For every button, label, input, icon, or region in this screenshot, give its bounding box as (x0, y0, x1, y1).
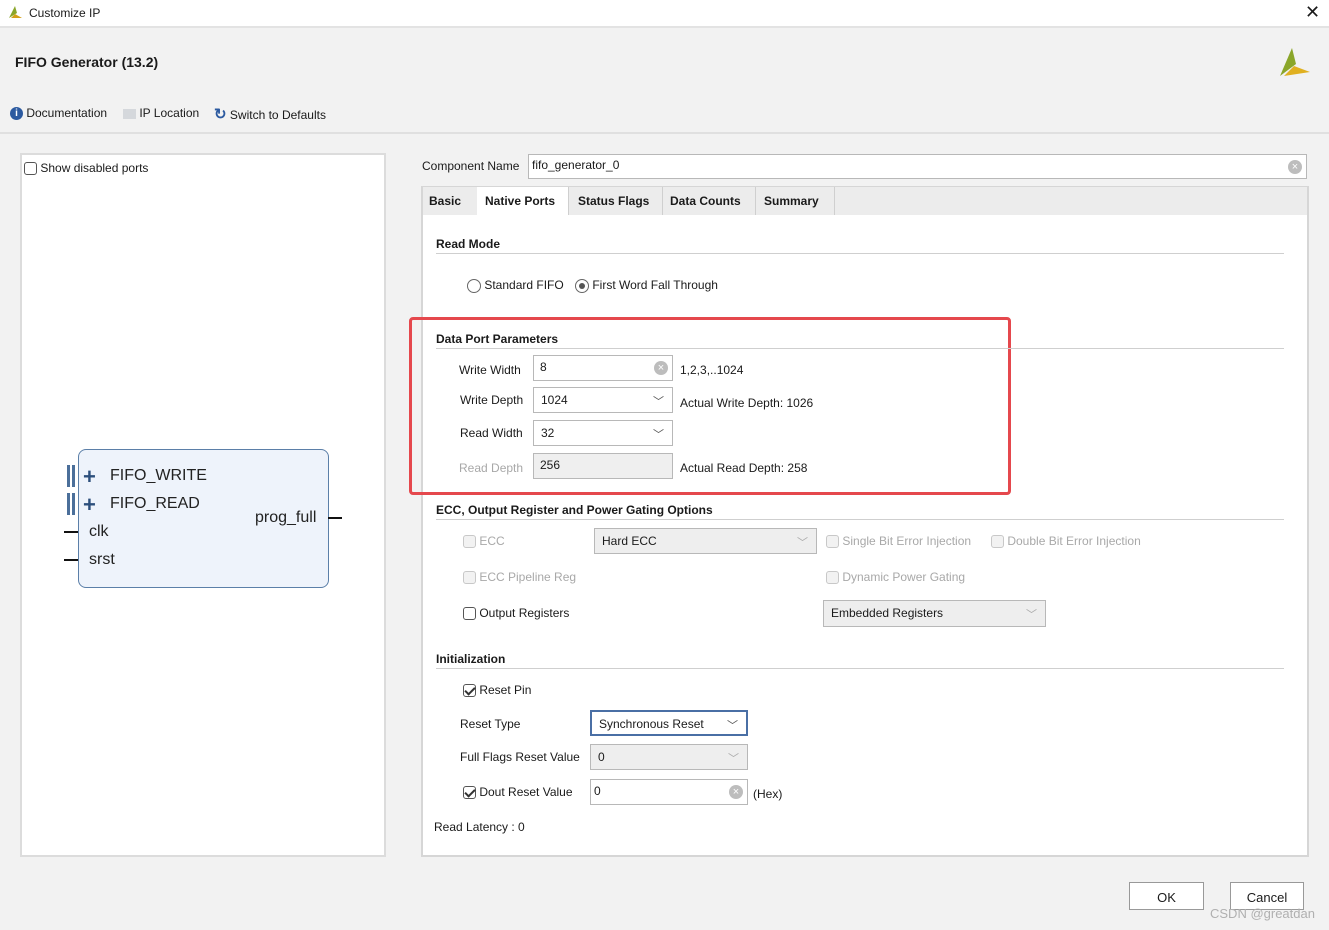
fwft-label: First Word Fall Through (592, 278, 718, 292)
watermark: CSDN @greatdan (1210, 906, 1315, 921)
dynamic-power-label: Dynamic Power Gating (842, 570, 966, 584)
port-fifo-write: FIFO_WRITE (110, 467, 207, 484)
write-width-value: 8 (540, 360, 547, 374)
show-disabled-ports-label: Show disabled ports (40, 161, 149, 175)
read-depth-label: Read Depth (459, 461, 524, 475)
window-title: Customize IP (29, 6, 101, 20)
tab-data-counts[interactable]: Data Counts (662, 187, 756, 215)
ip-location-button[interactable]: IP Location (123, 106, 199, 120)
dout-reset-value: 0 (594, 784, 601, 798)
ecc-type-value: Hard ECC (602, 534, 657, 548)
tab-status-flags[interactable]: Status Flags (570, 187, 663, 215)
vivado-logo-icon (1280, 48, 1310, 76)
standard-fifo-label: Standard FIFO (484, 278, 564, 292)
ecc-label: ECC (479, 534, 505, 548)
double-bit-error-checkbox[interactable]: Double Bit Error Injection (991, 534, 1141, 549)
expand-plus-icon[interactable]: + (83, 464, 96, 490)
divider (0, 132, 1329, 134)
switch-defaults-button[interactable]: ↻ Switch to Defaults (214, 105, 326, 123)
folder-icon (123, 108, 136, 119)
write-depth-select[interactable]: 1024 ﹀ (533, 387, 673, 413)
reset-pin-checkbox[interactable]: Reset Pin (463, 683, 532, 698)
write-width-range: 1,2,3,..1024 (680, 363, 744, 377)
write-depth-value: 1024 (541, 393, 568, 407)
read-mode-heading: Read Mode (436, 237, 501, 251)
initialization-heading: Initialization (436, 652, 506, 666)
reset-type-select[interactable]: Synchronous Reset ﹀ (590, 710, 748, 736)
page-title: FIFO Generator (13.2) (15, 54, 159, 70)
single-bit-label: Single Bit Error Injection (842, 534, 972, 548)
actual-write-depth: Actual Write Depth: 1026 (680, 396, 814, 410)
port-prog-full: prog_full (255, 509, 317, 526)
component-name-label: Component Name (422, 159, 520, 173)
full-flags-label: Full Flags Reset Value (460, 750, 580, 764)
register-type-select: Embedded Registers ﹀ (823, 600, 1046, 627)
refresh-icon: ↻ (214, 106, 227, 123)
read-depth-input: 256 (533, 453, 673, 479)
output-registers-checkbox[interactable]: Output Registers (463, 606, 570, 621)
switch-defaults-label: Switch to Defaults (229, 108, 326, 122)
read-depth-value: 256 (540, 458, 561, 472)
clear-icon[interactable]: × (654, 361, 668, 375)
close-icon[interactable]: ✕ (1305, 2, 1320, 23)
chevron-down-icon: ﹀ (728, 753, 739, 765)
tab-native-ports[interactable]: Native Ports (477, 187, 569, 215)
chevron-down-icon: ﹀ (1026, 609, 1037, 621)
standard-fifo-radio[interactable]: Standard FIFO (467, 278, 564, 293)
expand-plus-icon[interactable]: + (83, 492, 96, 518)
documentation-button[interactable]: i Documentation (10, 106, 108, 121)
clear-icon[interactable]: × (729, 785, 743, 799)
fwft-radio[interactable]: First Word Fall Through (575, 278, 718, 293)
write-depth-label: Write Depth (460, 393, 524, 407)
full-flags-select: 0 ﹀ (590, 744, 748, 770)
double-bit-label: Double Bit Error Injection (1007, 534, 1141, 548)
actual-read-depth: Actual Read Depth: 258 (680, 461, 808, 475)
documentation-label: Documentation (26, 106, 108, 120)
info-icon: i (10, 107, 23, 121)
port-clk: clk (89, 523, 109, 540)
ecc-pipeline-label: ECC Pipeline Reg (479, 570, 577, 584)
port-srst: srst (89, 551, 115, 568)
read-width-value: 32 (541, 426, 555, 440)
chevron-down-icon: ﹀ (653, 429, 664, 441)
show-disabled-ports-checkbox[interactable]: Show disabled ports (24, 161, 149, 176)
chevron-down-icon: ﹀ (727, 720, 738, 732)
tab-basic[interactable]: Basic (421, 187, 478, 215)
ecc-heading: ECC, Output Register and Power Gating Op… (436, 503, 713, 517)
single-bit-error-checkbox[interactable]: Single Bit Error Injection (826, 534, 972, 549)
ip-location-label: IP Location (139, 106, 200, 120)
reset-pin-label: Reset Pin (479, 683, 532, 697)
dout-reset-input[interactable]: 0 × (590, 779, 748, 805)
chevron-down-icon: ﹀ (653, 396, 664, 408)
data-port-heading: Data Port Parameters (436, 332, 559, 346)
xilinx-logo-icon (9, 6, 22, 18)
dout-reset-label: Dout Reset Value (479, 785, 573, 799)
dynamic-power-checkbox[interactable]: Dynamic Power Gating (826, 570, 966, 585)
ecc-pipeline-checkbox[interactable]: ECC Pipeline Reg (463, 570, 577, 585)
tab-summary[interactable]: Summary (756, 187, 835, 215)
component-name-input[interactable]: fifo_generator_0 × (528, 154, 1307, 179)
write-width-label: Write Width (459, 363, 521, 377)
read-width-label: Read Width (460, 426, 523, 440)
ok-button[interactable]: OK (1129, 882, 1204, 910)
ecc-type-select: Hard ECC ﹀ (594, 528, 817, 554)
chevron-down-icon: ﹀ (797, 537, 808, 549)
dout-reset-checkbox[interactable]: Dout Reset Value (463, 785, 573, 800)
hex-label: (Hex) (753, 787, 783, 801)
port-fifo-read: FIFO_READ (110, 495, 200, 512)
output-registers-label: Output Registers (479, 606, 570, 620)
register-type-value: Embedded Registers (831, 606, 944, 620)
reset-type-value: Synchronous Reset (599, 717, 704, 731)
reset-type-label: Reset Type (460, 717, 521, 731)
write-width-input[interactable]: 8 × (533, 355, 673, 381)
read-latency: Read Latency : 0 (434, 820, 525, 834)
full-flags-value: 0 (598, 750, 605, 764)
ecc-checkbox[interactable]: ECC (463, 534, 505, 549)
read-width-select[interactable]: 32 ﹀ (533, 420, 673, 446)
component-name-value: fifo_generator_0 (532, 158, 620, 172)
clear-icon[interactable]: × (1288, 160, 1302, 174)
title-bar: Customize IP ✕ (0, 0, 1329, 28)
